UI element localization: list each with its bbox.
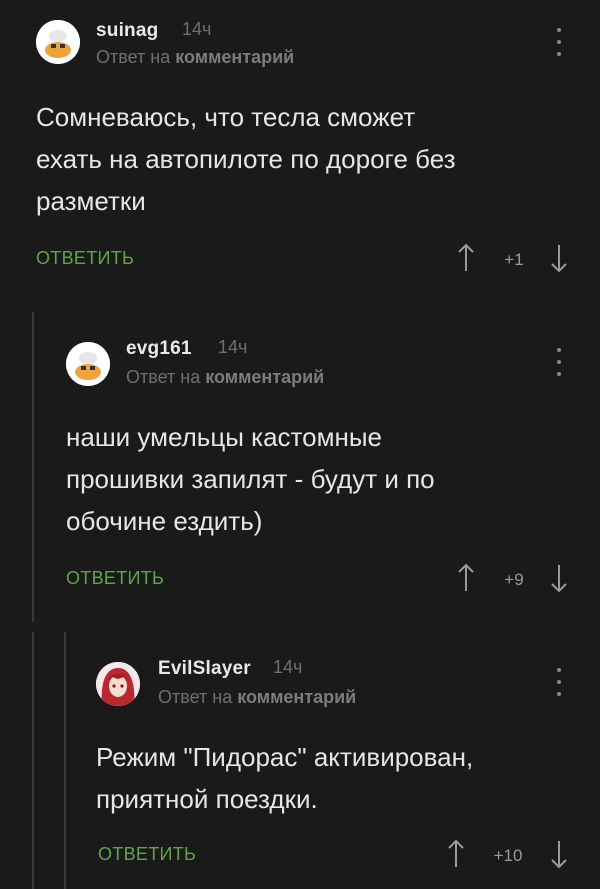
reply-prefix: Ответ на (96, 47, 171, 67)
upvote-arrow-icon[interactable] (456, 563, 476, 593)
reply-prefix: Ответ на (126, 367, 201, 387)
reply-context: Ответ на комментарий (96, 47, 294, 68)
comment-evg161: evg161 14ч Ответ на комментарий наши уме… (0, 312, 600, 622)
reply-context: Ответ на комментарий (126, 367, 324, 388)
comment-line: прошивки запилят - будут и по (66, 464, 435, 494)
reply-target-link[interactable]: комментарий (175, 47, 294, 67)
username[interactable]: suinag (96, 20, 158, 42)
username[interactable]: evg161 (126, 338, 192, 360)
comment-line: разметки (36, 186, 146, 216)
comment-evilslayer: EvilSlayer 14ч Ответ на комментарий Режи… (0, 632, 600, 889)
downvote-arrow-icon[interactable] (549, 839, 569, 869)
comment-score: +1 (504, 250, 524, 269)
comment-time: 14ч (182, 19, 212, 39)
comment-line: Режим "Пидорас" активирован, (96, 742, 474, 772)
upvote-arrow-icon[interactable] (456, 243, 476, 273)
comment-body: наши умельцы кастомные прошивки запилят … (66, 416, 435, 542)
thread-line[interactable] (32, 632, 34, 889)
reply-target-link[interactable]: комментарий (205, 367, 324, 387)
reply-prefix: Ответ на (158, 687, 233, 707)
comment-time: 14ч (218, 337, 248, 357)
comment-body: Режим "Пидорас" активирован, приятной по… (96, 736, 473, 820)
thread-line[interactable] (64, 632, 66, 889)
upvote-arrow-icon[interactable] (446, 839, 466, 869)
comment-score: +10 (493, 846, 523, 865)
comment-score: +9 (504, 570, 524, 589)
downvote-arrow-icon[interactable] (549, 563, 569, 593)
avatar[interactable] (66, 342, 110, 386)
cat-avatar-icon (36, 20, 80, 64)
comment-line: обочине ездить) (66, 506, 263, 536)
avatar[interactable] (36, 20, 80, 64)
avatar[interactable] (96, 662, 140, 706)
cat-avatar-icon (66, 342, 110, 386)
anime-girl-avatar-icon (96, 662, 140, 706)
comment-suinag: suinag 14ч Ответ на комментарий Сомневаю… (0, 0, 600, 300)
reply-button[interactable]: ОТВЕТИТЬ (36, 248, 134, 269)
comment-line: Сомневаюсь, что тесла сможет (36, 102, 416, 132)
more-menu-icon[interactable] (556, 28, 562, 56)
reply-context: Ответ на комментарий (158, 687, 356, 708)
username[interactable]: EvilSlayer (158, 658, 251, 680)
downvote-arrow-icon[interactable] (549, 243, 569, 273)
reply-button[interactable]: ОТВЕТИТЬ (66, 568, 164, 589)
reply-target-link[interactable]: комментарий (237, 687, 356, 707)
reply-button[interactable]: ОТВЕТИТЬ (98, 844, 196, 865)
more-menu-icon[interactable] (556, 668, 562, 696)
comment-body: Сомневаюсь, что тесла сможет ехать на ав… (36, 96, 456, 222)
comment-line: ехать на автопилоте по дороге без (36, 144, 456, 174)
comment-line: приятной поездки. (96, 784, 318, 814)
thread-line[interactable] (32, 312, 34, 622)
more-menu-icon[interactable] (556, 348, 562, 376)
comment-time: 14ч (273, 657, 303, 677)
comment-line: наши умельцы кастомные (66, 422, 382, 452)
